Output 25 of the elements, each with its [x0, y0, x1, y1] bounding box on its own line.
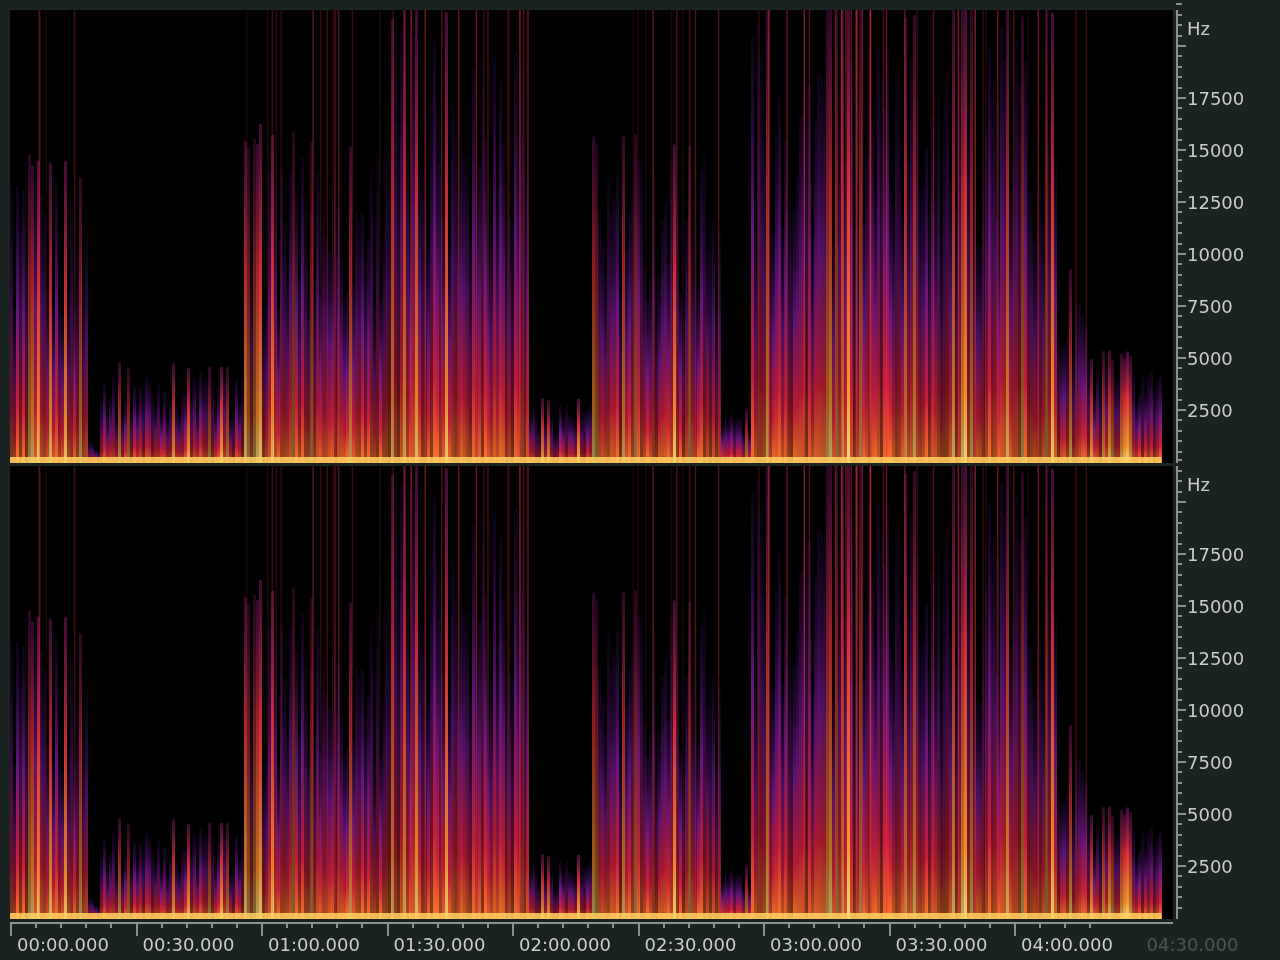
time-label: 01:30.000	[393, 934, 486, 955]
frequency-label: 17500	[1187, 544, 1245, 567]
frequency-label: 17500	[1187, 88, 1245, 111]
time-label: 03:30.000	[895, 934, 988, 955]
time-label: 01:00.000	[268, 934, 360, 955]
frequency-label: 12500	[1187, 192, 1245, 214]
frequency-label: 12500	[1187, 648, 1245, 670]
frequency-label: 15000	[1187, 140, 1245, 163]
time-label: 04:00.000	[1021, 934, 1113, 955]
time-label: 02:00.000	[519, 934, 611, 955]
frequency-label: 2500	[1187, 856, 1233, 878]
frequency-label: 10000	[1187, 244, 1245, 266]
time-label: 00:00.000	[17, 934, 109, 955]
frequency-label: 5000	[1187, 804, 1233, 826]
time-label: 03:00.000	[770, 934, 862, 955]
frequency-label: 5000	[1187, 348, 1233, 370]
frequency-label: 10000	[1187, 700, 1245, 722]
frequency-label: 15000	[1187, 596, 1245, 619]
axis-unit: Hz	[1187, 18, 1210, 39]
time-label: 02:30.000	[644, 934, 737, 955]
frequency-label: 2500	[1187, 400, 1233, 422]
time-label: 00:30.000	[142, 934, 235, 955]
frequency-label: 7500	[1187, 752, 1233, 774]
frequency-label: 7500	[1187, 296, 1233, 318]
axis-unit: Hz	[1187, 474, 1210, 495]
